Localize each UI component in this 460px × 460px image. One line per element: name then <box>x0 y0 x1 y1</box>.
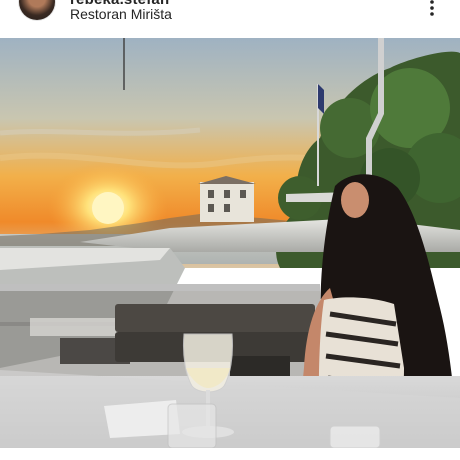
post-header: rebeka.stefan Restoran Mirišta <box>0 0 460 38</box>
post-photo[interactable] <box>0 38 460 448</box>
avatar[interactable] <box>19 0 55 20</box>
more-vertical-icon[interactable] <box>424 0 440 18</box>
location-link[interactable]: Restoran Mirišta <box>70 6 172 22</box>
